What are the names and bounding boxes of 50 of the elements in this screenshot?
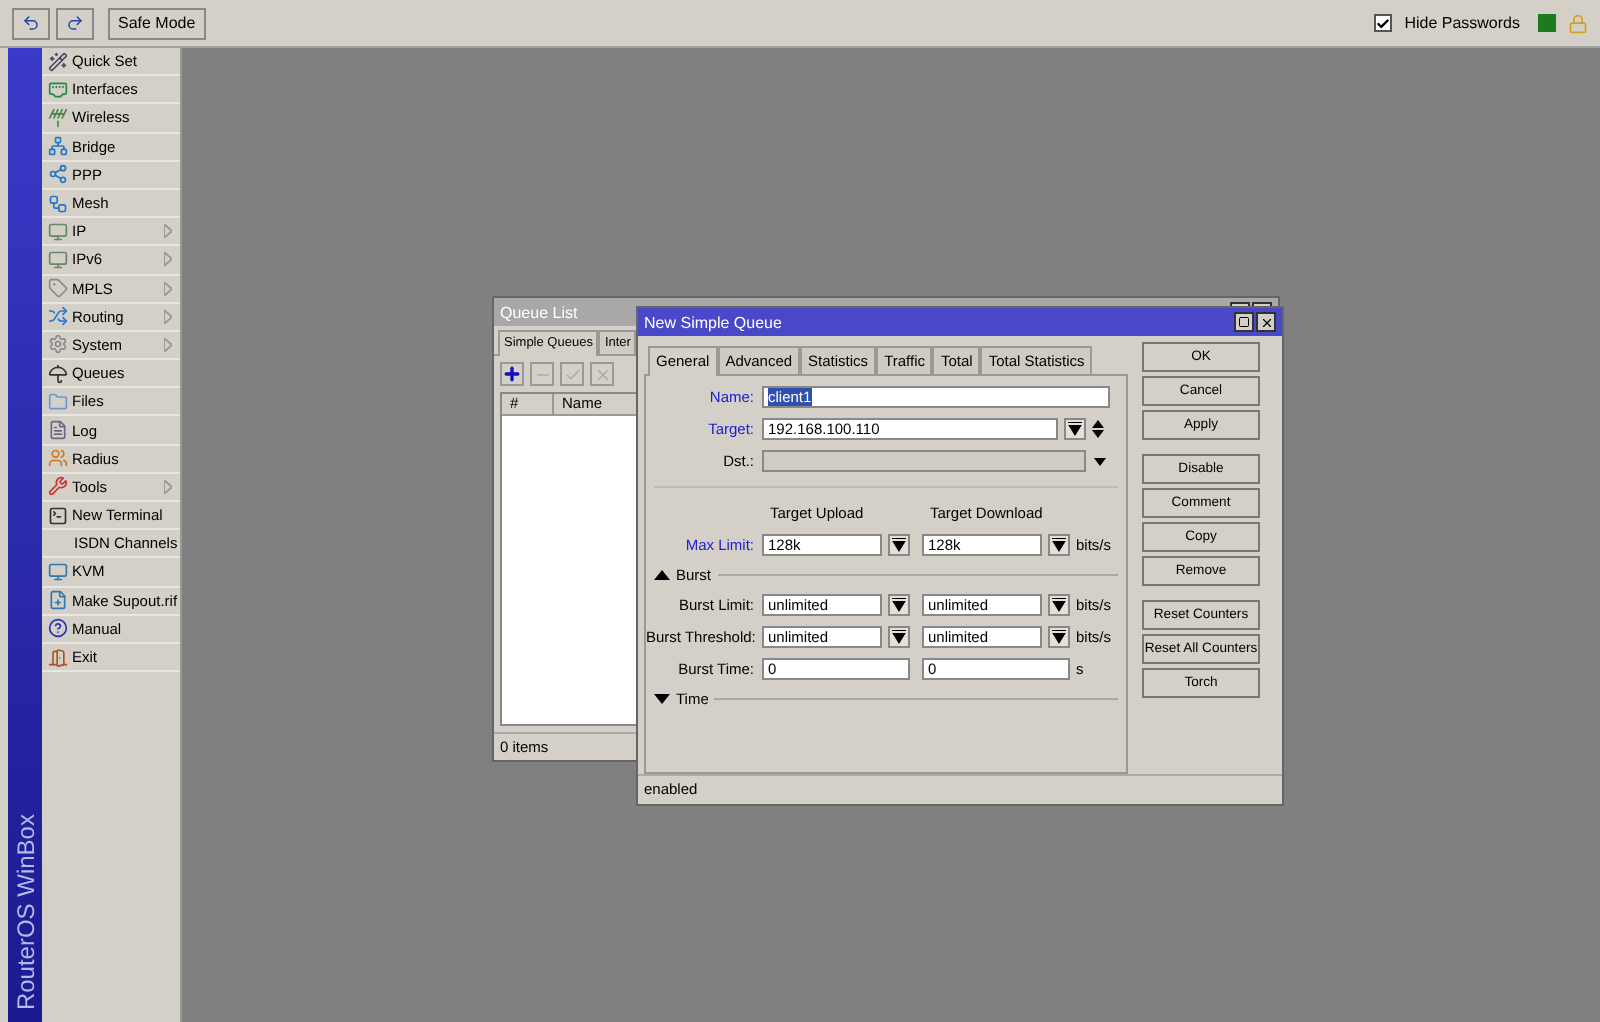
lock-icon xyxy=(1568,13,1588,33)
document-icon xyxy=(48,420,68,441)
dropdown-icon[interactable] xyxy=(1048,626,1070,648)
checkbox[interactable] xyxy=(1374,14,1393,32)
dropdown-arrow-icon[interactable] xyxy=(1094,457,1106,465)
safe-mode-button[interactable]: Safe Mode xyxy=(108,7,206,39)
undo-button[interactable] xyxy=(12,7,50,39)
brand-text: RouterOS WinBox xyxy=(11,813,39,1010)
add-button[interactable] xyxy=(500,362,524,386)
spin-arrows-icon[interactable] xyxy=(1092,420,1104,438)
help-icon xyxy=(48,618,68,639)
wrench-icon xyxy=(48,476,68,497)
monitor-icon xyxy=(48,249,68,270)
dropdown-icon[interactable] xyxy=(1064,418,1086,440)
plus-icon xyxy=(502,364,522,384)
redo-icon xyxy=(66,14,84,32)
check-icon xyxy=(563,365,581,383)
monitor-icon xyxy=(48,561,68,582)
cross-icon xyxy=(593,365,611,383)
wand-icon xyxy=(48,51,68,72)
folder-icon xyxy=(48,391,68,412)
expand-icon[interactable] xyxy=(654,694,670,704)
file-plus-icon xyxy=(48,590,68,611)
shuffle-icon xyxy=(48,306,68,327)
status-indicator-icon xyxy=(1538,14,1556,32)
dropdown-icon[interactable] xyxy=(888,594,910,616)
dropdown-icon[interactable] xyxy=(1048,594,1070,616)
users-icon xyxy=(48,448,68,469)
window-title: Queue List xyxy=(500,303,580,321)
close-icon[interactable] xyxy=(1256,312,1276,332)
workflow-icon xyxy=(48,193,68,214)
monitor-icon xyxy=(48,221,68,242)
redo-button[interactable] xyxy=(56,7,94,39)
share-icon xyxy=(48,164,68,185)
undo-icon xyxy=(22,14,40,32)
dropdown-icon[interactable] xyxy=(888,626,910,648)
maximize-icon[interactable] xyxy=(1234,312,1254,332)
antenna-icon xyxy=(48,107,68,128)
collapse-icon[interactable] xyxy=(654,570,670,580)
tag-icon xyxy=(48,278,68,299)
gear-icon xyxy=(48,334,68,355)
network-icon xyxy=(48,136,68,157)
ethernet-port-icon xyxy=(48,79,68,100)
terminal-icon xyxy=(48,505,68,526)
dropdown-icon[interactable] xyxy=(1048,534,1070,556)
checkbox-label: Hide Passwords xyxy=(1404,14,1520,32)
umbrella-icon xyxy=(48,363,68,384)
door-icon xyxy=(48,647,68,668)
window-title: New Simple Queue xyxy=(644,313,784,331)
dropdown-icon[interactable] xyxy=(888,534,910,556)
